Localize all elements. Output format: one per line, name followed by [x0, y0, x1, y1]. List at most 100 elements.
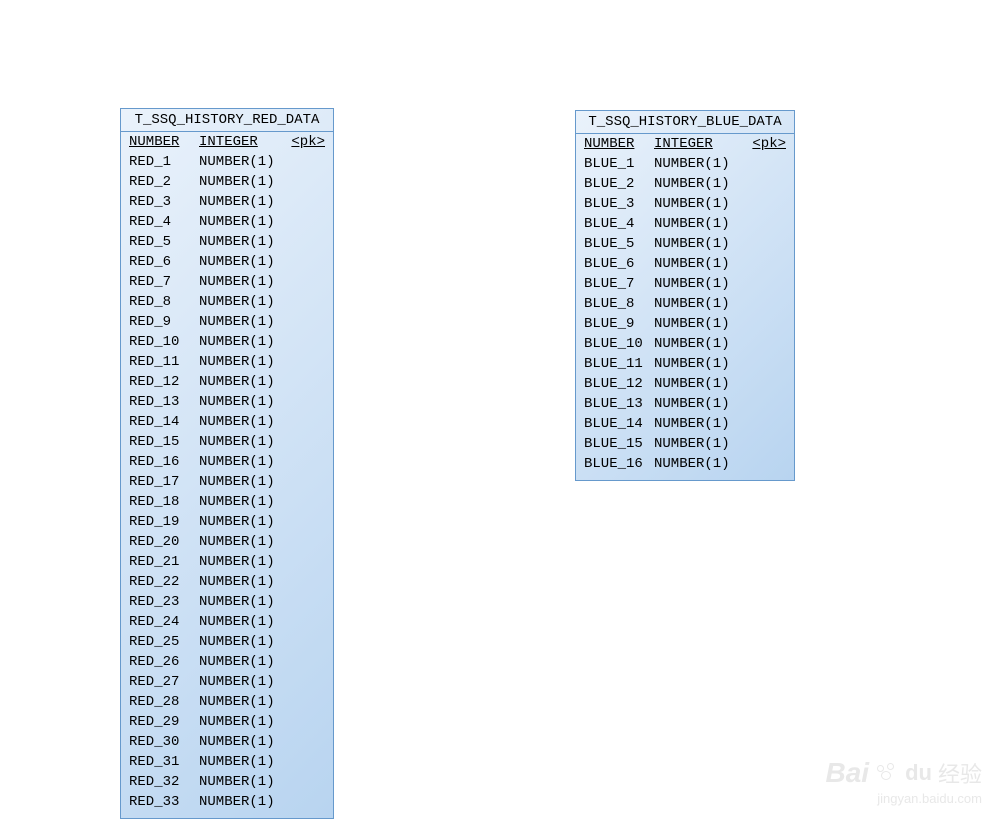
table-blue-title: T_SSQ_HISTORY_BLUE_DATA	[576, 111, 794, 134]
column-type: NUMBER(1)	[199, 312, 325, 332]
column-type: NUMBER(1)	[654, 454, 786, 474]
column-type: NUMBER(1)	[654, 354, 786, 374]
column-name: RED_18	[129, 492, 199, 512]
column-type: NUMBER(1)	[654, 274, 786, 294]
table-row: RED_20NUMBER(1)	[129, 532, 325, 552]
column-type: NUMBER(1)	[654, 234, 786, 254]
table-row: BLUE_10NUMBER(1)	[584, 334, 786, 354]
table-row: RED_1NUMBER(1)	[129, 152, 325, 172]
column-type: NUMBER(1)	[654, 214, 786, 234]
column-type: NUMBER(1)	[199, 372, 325, 392]
column-type: NUMBER(1)	[199, 452, 325, 472]
column-name: BLUE_10	[584, 334, 654, 354]
table-row: RED_3NUMBER(1)	[129, 192, 325, 212]
column-name: RED_23	[129, 592, 199, 612]
table-row: RED_31NUMBER(1)	[129, 752, 325, 772]
column-type: NUMBER(1)	[199, 532, 325, 552]
header-col-integer: INTEGER	[654, 136, 746, 152]
table-row: BLUE_9NUMBER(1)	[584, 314, 786, 334]
table-row: BLUE_8NUMBER(1)	[584, 294, 786, 314]
table-row: RED_6NUMBER(1)	[129, 252, 325, 272]
column-type: NUMBER(1)	[654, 174, 786, 194]
column-name: BLUE_1	[584, 154, 654, 174]
column-name: RED_25	[129, 632, 199, 652]
table-row: RED_30NUMBER(1)	[129, 732, 325, 752]
table-row: BLUE_3NUMBER(1)	[584, 194, 786, 214]
column-name: RED_12	[129, 372, 199, 392]
table-row: BLUE_6NUMBER(1)	[584, 254, 786, 274]
column-name: BLUE_9	[584, 314, 654, 334]
header-col-number: NUMBER	[129, 134, 199, 150]
table-row: BLUE_1NUMBER(1)	[584, 154, 786, 174]
column-name: BLUE_3	[584, 194, 654, 214]
table-red-title: T_SSQ_HISTORY_RED_DATA	[121, 109, 333, 132]
watermark-bai: Bai	[826, 757, 870, 789]
header-col-pk: <pk>	[285, 134, 325, 150]
column-name: BLUE_16	[584, 454, 654, 474]
column-type: NUMBER(1)	[199, 492, 325, 512]
column-name: RED_17	[129, 472, 199, 492]
column-name: RED_32	[129, 772, 199, 792]
table-row: RED_9NUMBER(1)	[129, 312, 325, 332]
column-name: BLUE_12	[584, 374, 654, 394]
column-name: RED_31	[129, 752, 199, 772]
table-row: BLUE_13NUMBER(1)	[584, 394, 786, 414]
table-row: BLUE_14NUMBER(1)	[584, 414, 786, 434]
column-name: RED_22	[129, 572, 199, 592]
table-row: RED_2NUMBER(1)	[129, 172, 325, 192]
table-row: RED_25NUMBER(1)	[129, 632, 325, 652]
header-col-pk: <pk>	[746, 136, 786, 152]
watermark-url: jingyan.baidu.com	[826, 791, 982, 806]
table-row: RED_5NUMBER(1)	[129, 232, 325, 252]
column-name: BLUE_6	[584, 254, 654, 274]
table-blue-body: BLUE_1NUMBER(1)BLUE_2NUMBER(1)BLUE_3NUMB…	[576, 154, 794, 480]
table-row: BLUE_2NUMBER(1)	[584, 174, 786, 194]
table-red-body: RED_1NUMBER(1)RED_2NUMBER(1)RED_3NUMBER(…	[121, 152, 333, 818]
table-row: RED_27NUMBER(1)	[129, 672, 325, 692]
column-name: RED_9	[129, 312, 199, 332]
column-name: RED_16	[129, 452, 199, 472]
column-type: NUMBER(1)	[199, 792, 325, 812]
table-row: RED_15NUMBER(1)	[129, 432, 325, 452]
column-type: NUMBER(1)	[654, 334, 786, 354]
column-type: NUMBER(1)	[199, 272, 325, 292]
column-type: NUMBER(1)	[199, 672, 325, 692]
column-type: NUMBER(1)	[199, 732, 325, 752]
column-type: NUMBER(1)	[199, 472, 325, 492]
column-name: RED_8	[129, 292, 199, 312]
paw-icon	[875, 763, 899, 783]
column-name: RED_15	[129, 432, 199, 452]
column-type: NUMBER(1)	[654, 394, 786, 414]
column-type: NUMBER(1)	[654, 194, 786, 214]
column-name: RED_19	[129, 512, 199, 532]
table-row: RED_10NUMBER(1)	[129, 332, 325, 352]
header-col-integer: INTEGER	[199, 134, 285, 150]
column-name: BLUE_13	[584, 394, 654, 414]
column-name: RED_14	[129, 412, 199, 432]
table-row: RED_24NUMBER(1)	[129, 612, 325, 632]
table-row: RED_11NUMBER(1)	[129, 352, 325, 372]
table-row: BLUE_12NUMBER(1)	[584, 374, 786, 394]
column-type: NUMBER(1)	[654, 154, 786, 174]
column-type: NUMBER(1)	[199, 392, 325, 412]
column-type: NUMBER(1)	[654, 414, 786, 434]
column-type: NUMBER(1)	[654, 294, 786, 314]
column-name: RED_11	[129, 352, 199, 372]
table-row: RED_13NUMBER(1)	[129, 392, 325, 412]
column-type: NUMBER(1)	[199, 552, 325, 572]
column-type: NUMBER(1)	[199, 292, 325, 312]
table-row: RED_23NUMBER(1)	[129, 592, 325, 612]
table-row: RED_26NUMBER(1)	[129, 652, 325, 672]
column-name: RED_3	[129, 192, 199, 212]
column-type: NUMBER(1)	[199, 332, 325, 352]
table-blue-header: NUMBER INTEGER <pk>	[576, 134, 794, 154]
column-name: RED_13	[129, 392, 199, 412]
table-blue: T_SSQ_HISTORY_BLUE_DATA NUMBER INTEGER <…	[575, 110, 795, 481]
column-name: BLUE_7	[584, 274, 654, 294]
table-row: RED_28NUMBER(1)	[129, 692, 325, 712]
column-type: NUMBER(1)	[199, 212, 325, 232]
column-name: RED_20	[129, 532, 199, 552]
column-name: RED_33	[129, 792, 199, 812]
column-name: BLUE_8	[584, 294, 654, 314]
column-type: NUMBER(1)	[199, 592, 325, 612]
